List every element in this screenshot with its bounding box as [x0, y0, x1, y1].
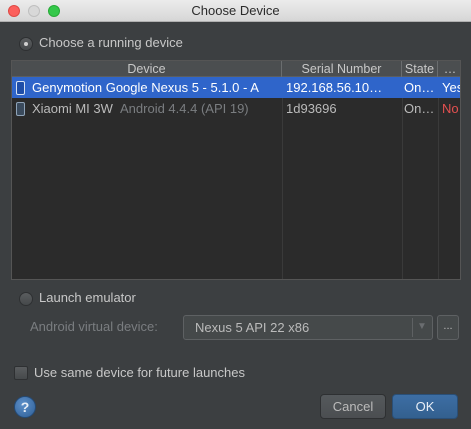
column-header-device[interactable]: Device: [12, 61, 282, 77]
chevron-down-icon[interactable]: ▼: [417, 321, 427, 332]
device-state: On…: [404, 80, 435, 95]
browse-avd-button[interactable]: ...: [437, 315, 459, 340]
same-device-checkbox[interactable]: [14, 366, 28, 380]
column-header-serial[interactable]: Serial Number: [282, 61, 402, 77]
table-row[interactable]: Xiaomi MI 3W Android 4.4.4 (API 19) 1d93…: [12, 98, 460, 119]
title-bar: Choose Device: [0, 0, 471, 22]
device-name: Xiaomi MI 3W: [32, 101, 113, 116]
avd-select[interactable]: Nexus 5 API 22 x86 ▼: [183, 315, 433, 340]
same-device-label[interactable]: Use same device for future launches: [34, 365, 245, 380]
serial-number: 1d93696: [286, 101, 337, 116]
device-table[interactable]: Device Serial Number State … Genymotion …: [11, 60, 461, 280]
android-virtual-device-label: Android virtual device:: [30, 319, 158, 334]
combo-divider: [412, 318, 413, 337]
device-android-version: Android 4.4.4 (API 19): [120, 101, 249, 116]
column-header-state[interactable]: State: [402, 61, 438, 77]
avd-select-value: Nexus 5 API 22 x86: [195, 320, 310, 335]
cancel-button[interactable]: Cancel: [320, 394, 386, 419]
serial-number: 192.168.56.10…: [286, 80, 383, 95]
column-header-compatible[interactable]: …: [438, 61, 460, 77]
launch-emulator-label[interactable]: Launch emulator: [39, 290, 136, 305]
ok-button[interactable]: OK: [392, 394, 458, 419]
choose-running-device-radio[interactable]: [19, 37, 33, 51]
device-name: Genymotion Google Nexus 5 - 5.1.0 - A: [32, 80, 259, 95]
launch-emulator-radio[interactable]: [19, 292, 33, 306]
choose-running-device-label[interactable]: Choose a running device: [39, 35, 183, 50]
compatible-status: No: [442, 101, 459, 116]
window-title: Choose Device: [191, 3, 280, 18]
compatible-status: Yes: [442, 80, 460, 95]
table-row[interactable]: Genymotion Google Nexus 5 - 5.1.0 - A 19…: [12, 77, 460, 98]
device-state: On…: [404, 101, 435, 116]
help-icon[interactable]: ?: [14, 396, 36, 418]
phone-icon: [16, 102, 25, 116]
table-header: Device Serial Number State …: [12, 61, 460, 77]
phone-icon: [16, 81, 25, 95]
